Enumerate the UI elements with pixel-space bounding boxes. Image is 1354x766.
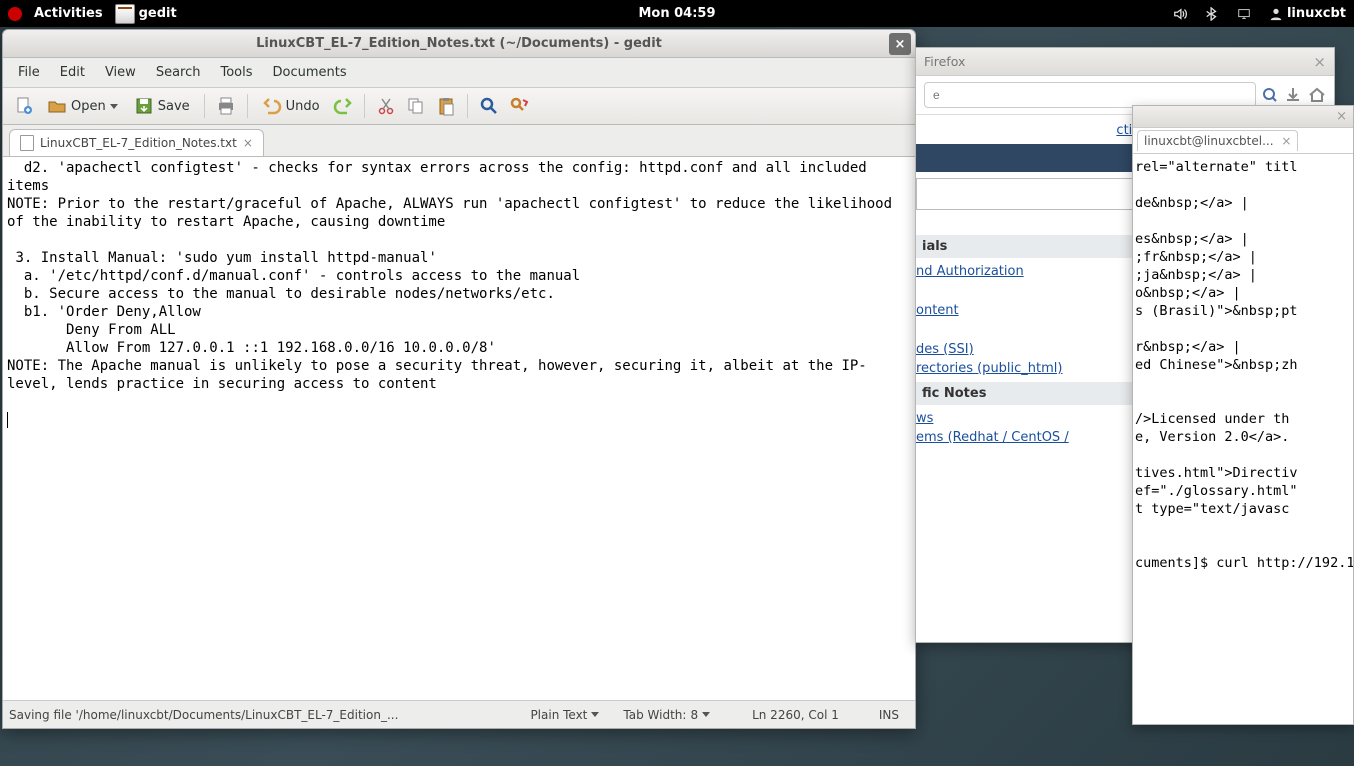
document-icon [20, 135, 34, 151]
statusbar: Saving file '/home/linuxcbt/Documents/Li… [3, 700, 915, 728]
gedit-icon [115, 4, 135, 24]
print-button[interactable] [213, 93, 239, 119]
terminal-output[interactable]: rel="alternate" titl de&nbsp;</a> | es&n… [1133, 154, 1353, 724]
paste-button[interactable] [433, 93, 459, 119]
menu-edit[interactable]: Edit [51, 62, 94, 83]
volume-icon[interactable] [1173, 7, 1187, 21]
new-file-button[interactable] [11, 93, 37, 119]
open-label: Open [71, 99, 106, 114]
cut-button[interactable] [373, 93, 399, 119]
dropdown-icon [702, 712, 710, 717]
firefox-titlebar[interactable]: Firefox × [916, 48, 1334, 76]
user-label: linuxcbt [1287, 6, 1346, 21]
menu-view[interactable]: View [96, 62, 145, 83]
tabwidth-selector[interactable]: Tab Width: 8 [611, 708, 722, 722]
display-icon[interactable] [1237, 7, 1251, 21]
document-tabs: LinuxCBT_EL-7_Edition_Notes.txt × [3, 125, 915, 156]
terminal-tab-label: linuxcbt@linuxcbtel... [1144, 134, 1274, 148]
tab-close-icon[interactable]: × [1281, 134, 1291, 148]
terminal-tab[interactable]: linuxcbt@linuxcbtel... × [1137, 130, 1298, 151]
text-editor[interactable]: d2. 'apachectl configtest' - checks for … [3, 156, 915, 700]
window-title: LinuxCBT_EL-7_Edition_Notes.txt (~/Docum… [256, 36, 662, 51]
undo-button[interactable]: Undo [256, 92, 326, 120]
text-cursor [7, 412, 8, 428]
link-auth[interactable]: nd Authorization [916, 264, 1024, 279]
close-icon[interactable]: × [1336, 109, 1347, 124]
menu-file[interactable]: File [9, 62, 49, 83]
save-label: Save [158, 99, 190, 114]
open-dropdown-icon [110, 104, 118, 109]
redo-button[interactable] [330, 93, 356, 119]
undo-label: Undo [286, 99, 320, 114]
menubar: File Edit View Search Tools Documents [3, 58, 915, 88]
download-icon[interactable] [1284, 86, 1302, 104]
close-button[interactable]: × [889, 33, 911, 55]
firefox-title-label: Firefox [924, 54, 965, 69]
find-button[interactable] [476, 93, 502, 119]
tab-label: LinuxCBT_EL-7_Edition_Notes.txt [40, 136, 237, 150]
terminal-tabbar: linuxcbt@linuxcbtel... × [1133, 128, 1353, 154]
link-ssi[interactable]: des (SSI) [916, 342, 974, 357]
separator [204, 94, 205, 118]
separator [247, 94, 248, 118]
user-menu[interactable]: linuxcbt [1269, 6, 1346, 21]
cursor-position: Ln 2260, Col 1 [722, 708, 869, 722]
terminal-window: × linuxcbt@linuxcbtel... × rel="alternat… [1132, 105, 1354, 725]
open-button[interactable]: Open [41, 92, 124, 120]
tabwidth-value: 8 [690, 708, 698, 722]
dropdown-icon [591, 712, 599, 717]
close-icon[interactable]: × [1313, 53, 1326, 71]
link-content[interactable]: ontent [916, 303, 959, 318]
link-redhat[interactable]: ems (Redhat / CentOS / [916, 430, 1069, 445]
terminal-titlebar[interactable]: × [1133, 106, 1353, 128]
save-button[interactable]: Save [128, 92, 196, 120]
link-public[interactable]: rectories (public_html) [916, 361, 1063, 376]
gnome-topbar: Activities gedit Mon 04:59 linuxcbt [0, 0, 1354, 27]
tabwidth-label: Tab Width: [623, 708, 686, 722]
editor-content: d2. 'apachectl configtest' - checks for … [7, 160, 900, 392]
tab-close-icon[interactable]: × [243, 136, 253, 150]
clock[interactable]: Mon 04:59 [638, 6, 715, 21]
menu-search[interactable]: Search [147, 62, 210, 83]
insert-mode: INS [869, 708, 909, 722]
link-ws[interactable]: ws [916, 411, 933, 426]
active-app-indicator[interactable]: gedit [115, 4, 177, 24]
toolbar: Open Save Undo [3, 88, 915, 125]
search-go-icon[interactable] [1262, 87, 1278, 103]
bluetooth-icon[interactable] [1205, 7, 1219, 21]
gedit-window: LinuxCBT_EL-7_Edition_Notes.txt (~/Docum… [2, 29, 916, 729]
menu-tools[interactable]: Tools [211, 62, 261, 83]
gedit-titlebar[interactable]: LinuxCBT_EL-7_Edition_Notes.txt (~/Docum… [3, 30, 915, 58]
separator [467, 94, 468, 118]
separator [364, 94, 365, 118]
home-icon[interactable] [1308, 86, 1326, 104]
status-message: Saving file '/home/linuxcbt/Documents/Li… [9, 708, 398, 722]
syntax-selector[interactable]: Plain Text [518, 708, 611, 722]
redhat-icon [8, 7, 22, 21]
active-app-label: gedit [139, 6, 177, 21]
document-tab[interactable]: LinuxCBT_EL-7_Edition_Notes.txt × [9, 129, 264, 156]
activities-button[interactable]: Activities [34, 6, 103, 21]
user-icon [1269, 7, 1283, 21]
copy-button[interactable] [403, 93, 429, 119]
menu-documents[interactable]: Documents [264, 62, 356, 83]
syntax-label: Plain Text [530, 708, 587, 722]
replace-button[interactable] [506, 93, 532, 119]
